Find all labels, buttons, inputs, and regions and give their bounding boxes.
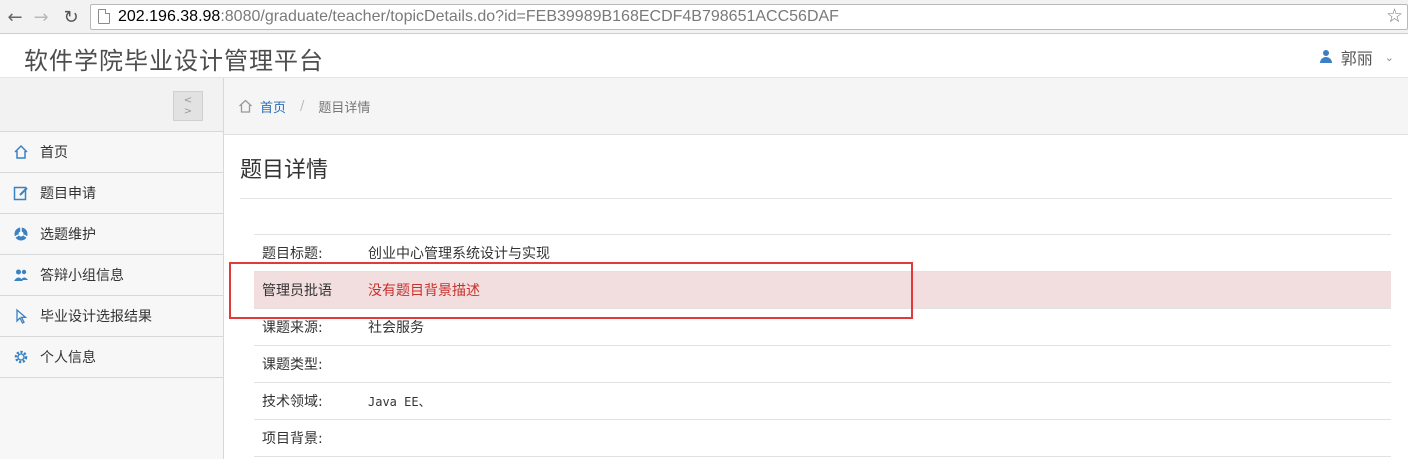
- reload-icon[interactable]: ↻: [60, 6, 82, 28]
- pointer-icon: [12, 307, 30, 325]
- breadcrumb-home-link[interactable]: 首页: [260, 97, 286, 116]
- page-title: 题目详情: [240, 158, 329, 183]
- user-icon: [1319, 50, 1333, 64]
- chevron-down-icon: ⌄: [1384, 50, 1394, 64]
- detail-label: 技术领域:: [262, 394, 323, 410]
- url-host: 202.196.38.98: [118, 8, 221, 25]
- detail-label: 题目标题:: [262, 246, 323, 262]
- detail-row-type: 课题类型:: [254, 346, 1391, 383]
- detail-label: 项目背景:: [262, 431, 323, 447]
- detail-row-tech-field: 技术领域: Java EE、: [254, 383, 1391, 420]
- sidebar-item-home[interactable]: 首页: [0, 132, 223, 173]
- page-icon: [98, 9, 110, 24]
- divider: [240, 198, 1392, 199]
- user-menu[interactable]: 郭丽 ⌄: [1319, 45, 1394, 69]
- sidebar-item-label: 首页: [40, 145, 68, 161]
- detail-label: 课题类型:: [262, 357, 323, 373]
- edit-icon: [12, 184, 30, 202]
- home-icon: [238, 99, 254, 113]
- browser-toolbar: ← → ↻ 202.196.38.98:8080/graduate/teache…: [0, 0, 1408, 34]
- sidebar-item-label: 个人信息: [40, 350, 96, 366]
- detail-value: 创业中心管理系统设计与实现: [368, 246, 550, 262]
- detail-value: 社会服务: [368, 320, 424, 336]
- sidebar-item-label: 选题维护: [40, 227, 96, 243]
- user-name: 郭丽: [1340, 49, 1373, 68]
- url-path: :8080/graduate/teacher/topicDetails.do?i…: [220, 8, 839, 25]
- home-icon: [12, 143, 30, 161]
- address-bar[interactable]: 202.196.38.98:8080/graduate/teacher/topi…: [90, 4, 1408, 30]
- forward-arrow-icon[interactable]: →: [30, 6, 52, 28]
- back-arrow-icon[interactable]: ←: [4, 6, 26, 28]
- sidebar: < > 首页 题目申请 选题维护 答辩小组信息 毕业设计选报结果 个人信息: [0, 78, 224, 459]
- breadcrumb-separator: /: [300, 98, 305, 114]
- breadcrumb-current: 题目详情: [318, 100, 371, 116]
- breadcrumb: 首页 / 题目详情: [224, 78, 1408, 135]
- sidebar-item-label: 答辩小组信息: [40, 268, 124, 284]
- chevron-left-icon: <: [183, 95, 193, 106]
- app-header: 软件学院毕业设计管理平台 郭丽 ⌄: [0, 34, 1408, 78]
- sidebar-item-profile[interactable]: 个人信息: [0, 337, 223, 378]
- chevron-right-icon: >: [183, 106, 193, 117]
- detail-value: Java EE、: [368, 394, 431, 409]
- cycle-icon: [12, 225, 30, 243]
- group-icon: [12, 266, 30, 284]
- url-text: 202.196.38.98:8080/graduate/teacher/topi…: [118, 5, 839, 29]
- main-content: 首页 / 题目详情 题目详情 题目标题: 创业中心管理系统设计与实现 管理员批语…: [224, 78, 1408, 459]
- sidebar-item-selection-results[interactable]: 毕业设计选报结果: [0, 296, 223, 337]
- sidebar-item-defense-group[interactable]: 答辩小组信息: [0, 255, 223, 296]
- detail-row-background: 项目背景:: [254, 420, 1391, 457]
- gear-icon: [12, 348, 30, 366]
- sidebar-header: < >: [0, 78, 223, 132]
- sidebar-collapse-button[interactable]: < >: [173, 91, 203, 121]
- app-title: 软件学院毕业设计管理平台: [24, 47, 324, 75]
- sidebar-item-topic-maintain[interactable]: 选题维护: [0, 214, 223, 255]
- sidebar-item-label: 题目申请: [40, 186, 96, 202]
- bookmark-star-icon[interactable]: ☆: [1386, 5, 1403, 29]
- annotation-highlight-box: [229, 262, 913, 319]
- detail-label: 课题来源:: [262, 320, 323, 336]
- sidebar-item-label: 毕业设计选报结果: [40, 309, 152, 325]
- sidebar-item-topic-apply[interactable]: 题目申请: [0, 173, 223, 214]
